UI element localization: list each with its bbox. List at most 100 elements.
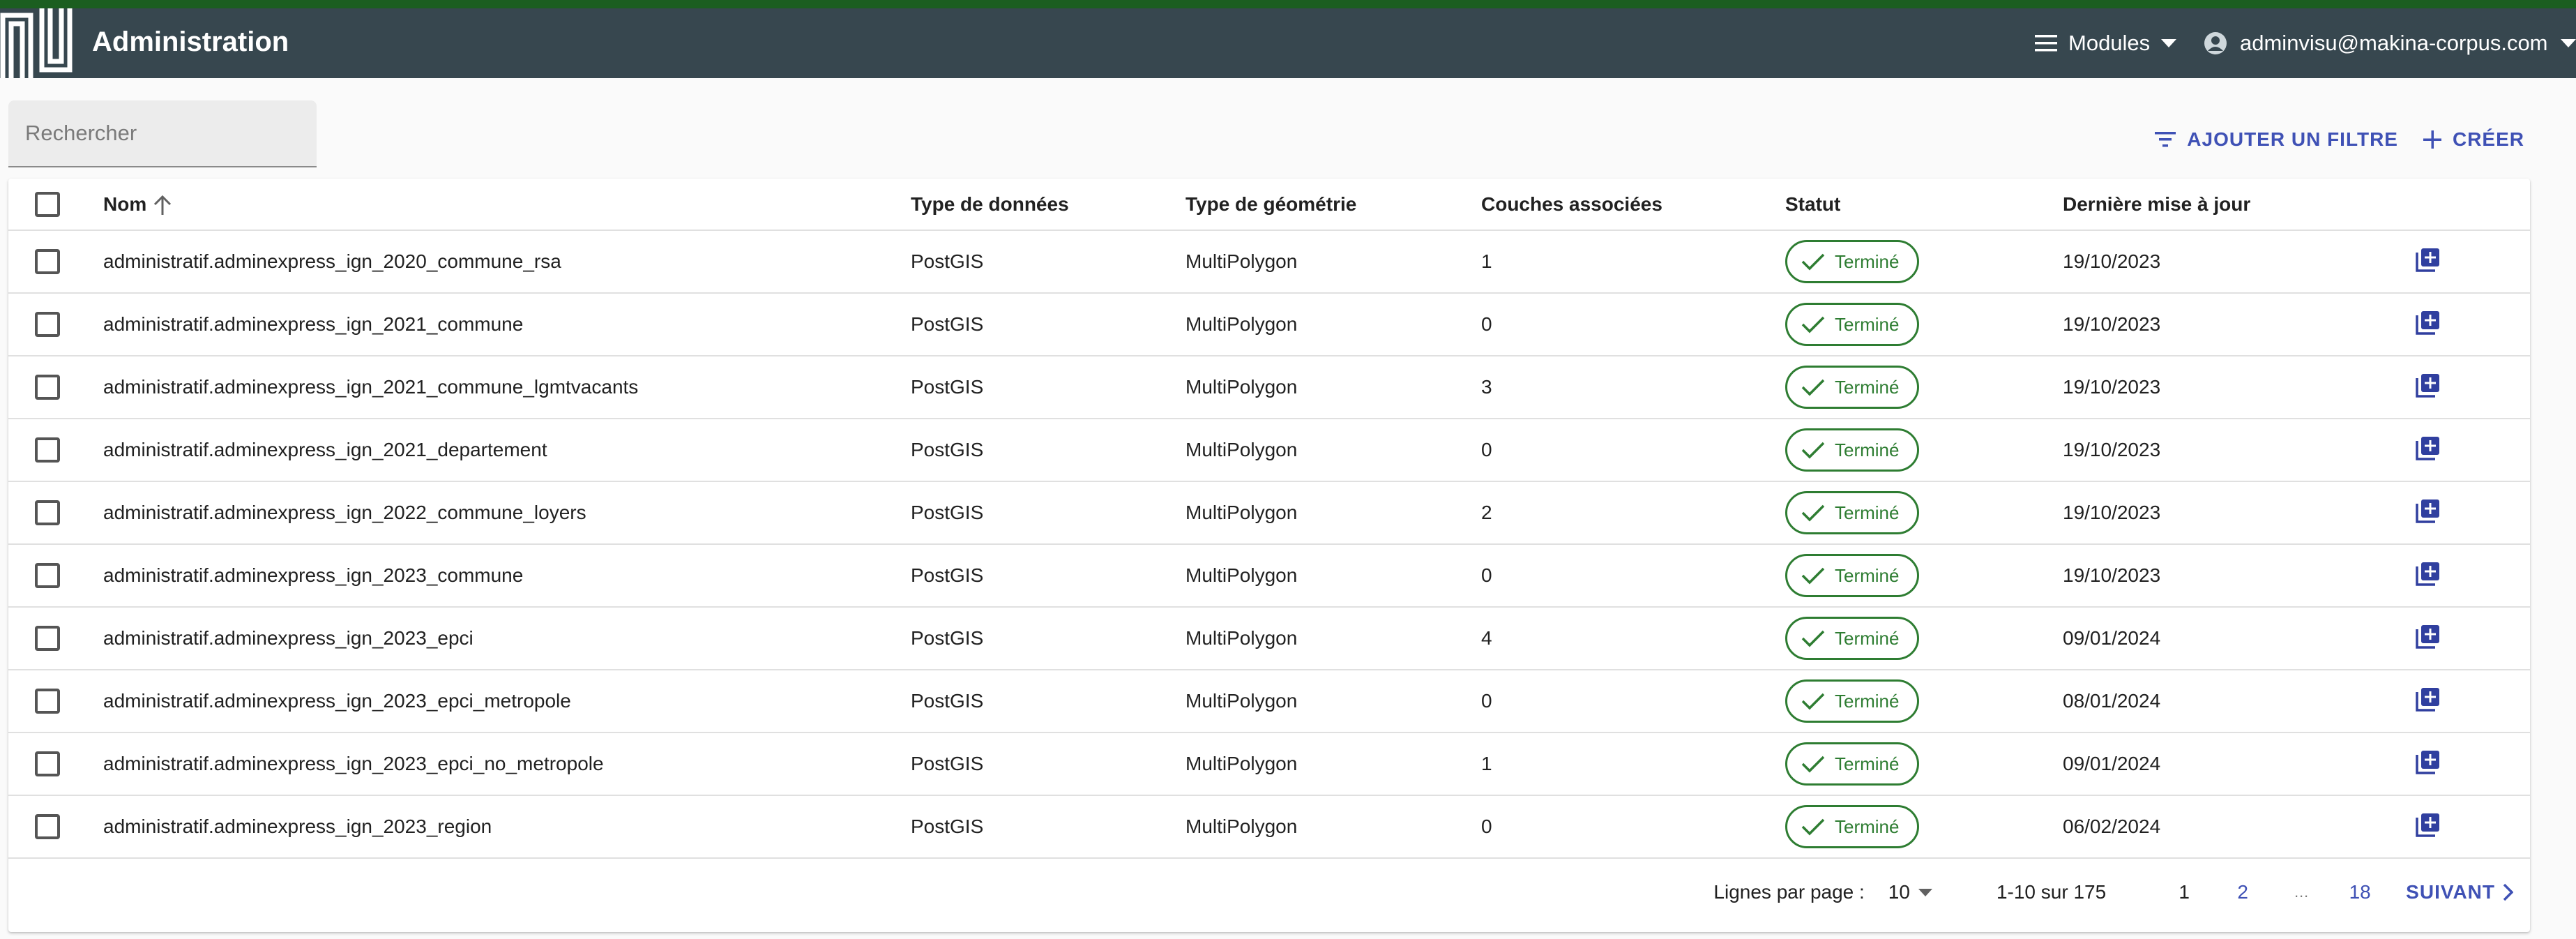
- table-body: administratif.adminexpress_ign_2020_comm…: [8, 230, 2530, 858]
- add-to-library-icon[interactable]: [2416, 561, 2441, 591]
- datasource-name: administratif.adminexpress_ign_2023_epci…: [103, 690, 571, 712]
- status-label: Terminé: [1835, 250, 1900, 272]
- check-icon: [1801, 756, 1825, 773]
- search-input[interactable]: [8, 100, 317, 166]
- table-row[interactable]: administratif.adminexpress_ign_2020_comm…: [8, 230, 2530, 293]
- row-select-cell: [8, 733, 103, 795]
- row-checkbox[interactable]: [35, 500, 60, 525]
- pagination-ellipsis: …: [2294, 883, 2310, 901]
- row-select-cell: [8, 293, 103, 356]
- add-to-library-icon[interactable]: [2416, 373, 2441, 403]
- add-to-library-icon[interactable]: [2416, 749, 2441, 779]
- status-badge: Terminé: [1785, 428, 1920, 472]
- table-row[interactable]: administratif.adminexpress_ign_2021_comm…: [8, 356, 2530, 419]
- table-row[interactable]: administratif.adminexpress_ign_2023_epci…: [8, 733, 2530, 795]
- datasource-data-type: PostGIS: [911, 439, 984, 460]
- datasource-geometry-type: MultiPolygon: [1185, 753, 1298, 774]
- user-email: adminvisu@makina-corpus.com: [2240, 31, 2548, 55]
- add-to-library-icon[interactable]: [2416, 498, 2441, 528]
- add-to-library-icon[interactable]: [2416, 812, 2441, 842]
- add-to-library-icon[interactable]: [2416, 247, 2441, 277]
- datasource-layers-count: 1: [1481, 753, 1492, 774]
- datasource-geometry-type: MultiPolygon: [1185, 439, 1298, 460]
- column-header-status[interactable]: Statut: [1785, 179, 2063, 231]
- filter-list-icon: [2155, 132, 2176, 147]
- row-select-cell: [8, 419, 103, 481]
- row-checkbox[interactable]: [35, 689, 60, 714]
- pagination: Lignes par page : 10 1-10 sur 175 1 2 … …: [8, 852, 2530, 932]
- modules-menu-button[interactable]: Modules: [2035, 24, 2177, 63]
- chevron-down-icon: [2161, 39, 2177, 47]
- table-row[interactable]: administratif.adminexpress_ign_2021_comm…: [8, 293, 2530, 356]
- row-actions-cell: [2416, 544, 2530, 607]
- datasource-last-update: 09/01/2024: [2063, 627, 2161, 649]
- datasource-geometry-type: MultiPolygon: [1185, 502, 1298, 523]
- add-to-library-icon[interactable]: [2416, 435, 2441, 465]
- status-label: Terminé: [1835, 313, 1900, 335]
- column-header-geometry-type[interactable]: Type de géométrie: [1185, 179, 1481, 231]
- user-menu-button[interactable]: adminvisu@makina-corpus.com: [2204, 24, 2576, 63]
- add-to-library-icon[interactable]: [2416, 624, 2441, 654]
- row-checkbox[interactable]: [35, 626, 60, 651]
- status-badge: Terminé: [1785, 617, 1920, 660]
- status-cell: Terminé: [1785, 356, 2063, 419]
- table-row[interactable]: administratif.adminexpress_ign_2021_depa…: [8, 419, 2530, 481]
- select-all-checkbox[interactable]: [35, 191, 60, 217]
- table-row[interactable]: administratif.adminexpress_ign_2023_comm…: [8, 544, 2530, 607]
- column-header-layers[interactable]: Couches associées: [1481, 179, 1785, 231]
- check-icon: [1801, 379, 1825, 396]
- column-header-name[interactable]: Nom: [103, 179, 911, 231]
- datasource-name: administratif.adminexpress_ign_2021_comm…: [103, 313, 524, 335]
- add-filter-button[interactable]: AJOUTER UN FILTRE: [2155, 128, 2398, 151]
- status-badge: Terminé: [1785, 240, 1920, 283]
- chevron-right-icon: [2503, 883, 2513, 901]
- table-row[interactable]: administratif.adminexpress_ign_2023_regi…: [8, 795, 2530, 858]
- status-badge: Terminé: [1785, 679, 1920, 723]
- modules-label: Modules: [2068, 31, 2151, 55]
- row-checkbox[interactable]: [35, 249, 60, 274]
- datasource-layers-count: 0: [1481, 313, 1492, 335]
- page-button-2[interactable]: 2: [2213, 881, 2272, 903]
- next-page-label: SUIVANT: [2406, 881, 2495, 903]
- row-select-cell: [8, 230, 103, 293]
- datasource-geometry-type: MultiPolygon: [1185, 816, 1298, 837]
- rows-per-page-select[interactable]: 10: [1888, 881, 1932, 903]
- add-to-library-icon[interactable]: [2416, 686, 2441, 716]
- datasource-name: administratif.adminexpress_ign_2023_regi…: [103, 816, 492, 837]
- datasource-name: administratif.adminexpress_ign_2023_epci: [103, 627, 473, 649]
- table-row[interactable]: administratif.adminexpress_ign_2023_epci…: [8, 607, 2530, 670]
- row-checkbox[interactable]: [35, 814, 60, 839]
- row-checkbox[interactable]: [35, 751, 60, 776]
- row-actions-cell: [2416, 607, 2530, 670]
- status-cell: Terminé: [1785, 733, 2063, 795]
- column-header-data-type[interactable]: Type de données: [911, 179, 1185, 231]
- row-select-cell: [8, 607, 103, 670]
- row-actions-cell: [2416, 356, 2530, 419]
- chevron-down-icon: [2560, 39, 2576, 47]
- row-checkbox[interactable]: [35, 563, 60, 588]
- row-actions-cell: [2416, 481, 2530, 544]
- page-button-1[interactable]: 1: [2155, 881, 2213, 903]
- row-checkbox[interactable]: [35, 437, 60, 463]
- datasource-name: administratif.adminexpress_ign_2020_comm…: [103, 250, 561, 272]
- column-header-last-update[interactable]: Dernière mise à jour: [2063, 179, 2416, 231]
- table-header-row: Nom Type de données Type de géométrie Co…: [8, 179, 2530, 231]
- datasource-data-type: PostGIS: [911, 564, 984, 586]
- check-icon: [1801, 818, 1825, 836]
- table-row[interactable]: administratif.adminexpress_ign_2022_comm…: [8, 481, 2530, 544]
- row-actions-cell: [2416, 733, 2530, 795]
- row-checkbox[interactable]: [35, 312, 60, 337]
- datasource-layers-count: 2: [1481, 502, 1492, 523]
- row-checkbox[interactable]: [35, 375, 60, 400]
- page-button-18[interactable]: 18: [2331, 881, 2389, 903]
- check-icon: [1801, 693, 1825, 710]
- rows-per-page-label: Lignes par page :: [1713, 881, 1865, 903]
- add-to-library-icon[interactable]: [2416, 310, 2441, 340]
- table-row[interactable]: administratif.adminexpress_ign_2023_epci…: [8, 670, 2530, 733]
- next-page-button[interactable]: SUIVANT: [2406, 881, 2513, 903]
- row-actions-cell: [2416, 419, 2530, 481]
- datasource-last-update: 19/10/2023: [2063, 250, 2161, 272]
- create-button[interactable]: CRÉER: [2423, 128, 2524, 151]
- datasource-name: administratif.adminexpress_ign_2023_epci…: [103, 753, 604, 774]
- check-icon: [1801, 442, 1825, 459]
